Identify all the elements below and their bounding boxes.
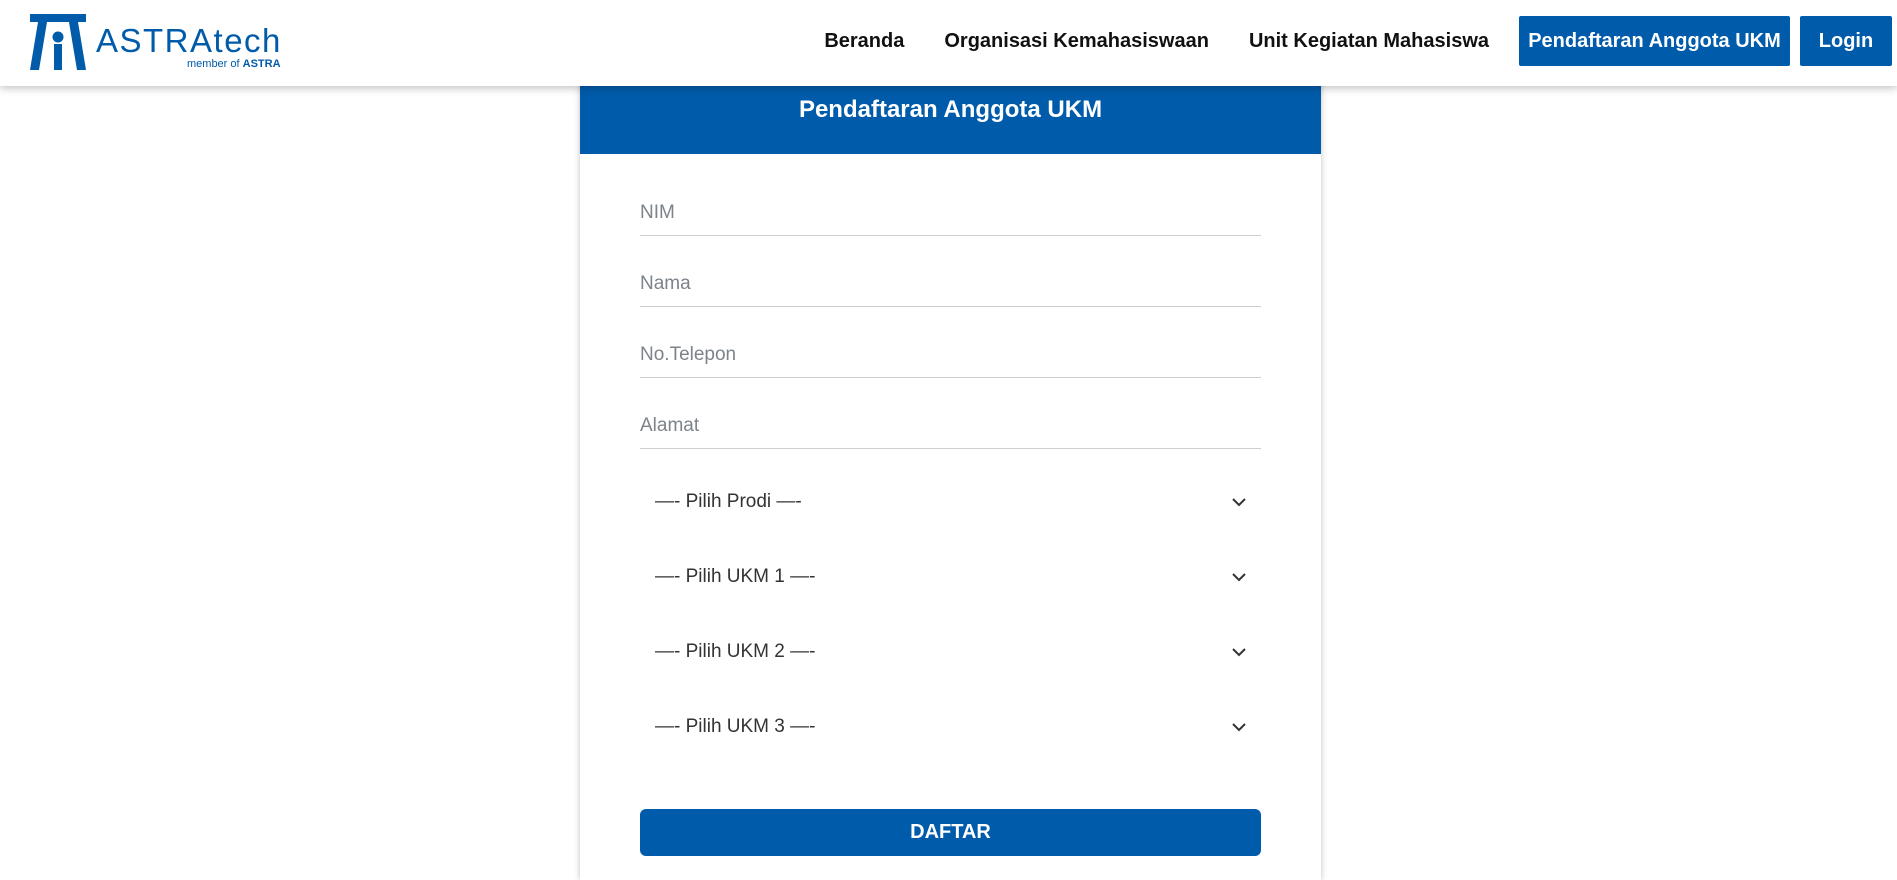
astratech-logo-mark-icon [30,14,86,70]
registration-card: Pendaftaran Anggota UKM —- Pilih Prodi —… [580,60,1321,880]
logo-tagline: member of ASTRA [187,59,281,70]
nav-register-button[interactable]: Pendaftaran Anggota UKM [1519,16,1790,66]
chevron-down-icon [1232,498,1246,507]
ukm3-select[interactable]: —- Pilih UKM 3 —- [640,704,1261,750]
nav-login-button[interactable]: Login [1800,16,1892,66]
chevron-down-icon [1232,573,1246,582]
ukm2-select-value: —- Pilih UKM 2 —- [655,641,816,662]
logo-tagline-prefix: member of [187,58,240,70]
daftar-submit-button[interactable]: DAFTAR [640,809,1261,856]
astratech-logo[interactable]: ASTRAtech member of ASTRA [30,12,290,72]
nav-link-unit-kegiatan-mahasiswa[interactable]: Unit Kegiatan Mahasiswa [1229,30,1509,53]
nav-link-beranda[interactable]: Beranda [804,30,924,53]
ukm1-select-value: —- Pilih UKM 1 —- [655,566,816,587]
alamat-input[interactable] [640,403,1261,449]
prodi-select[interactable]: —- Pilih Prodi —- [640,479,1261,525]
navbar: ASTRAtech member of ASTRA Beranda Organi… [0,0,1897,86]
nav-link-organisasi-kemahasiswaan[interactable]: Organisasi Kemahasiswaan [924,30,1229,53]
ukm1-select[interactable]: —- Pilih UKM 1 —- [640,554,1261,600]
nav-menu: Beranda Organisasi Kemahasiswaan Unit Ke… [804,16,1897,66]
telepon-input[interactable] [640,332,1261,378]
logo-wordmark: ASTRAtech [96,22,282,59]
prodi-select-value: —- Pilih Prodi —- [655,491,802,512]
chevron-down-icon [1232,648,1246,657]
nama-input[interactable] [640,261,1261,307]
ukm3-select-value: —- Pilih UKM 3 —- [655,716,816,737]
ukm2-select[interactable]: —- Pilih UKM 2 —- [640,629,1261,675]
nim-input[interactable] [640,190,1261,236]
logo-tagline-brand: ASTRA [242,58,281,70]
chevron-down-icon [1232,723,1246,732]
